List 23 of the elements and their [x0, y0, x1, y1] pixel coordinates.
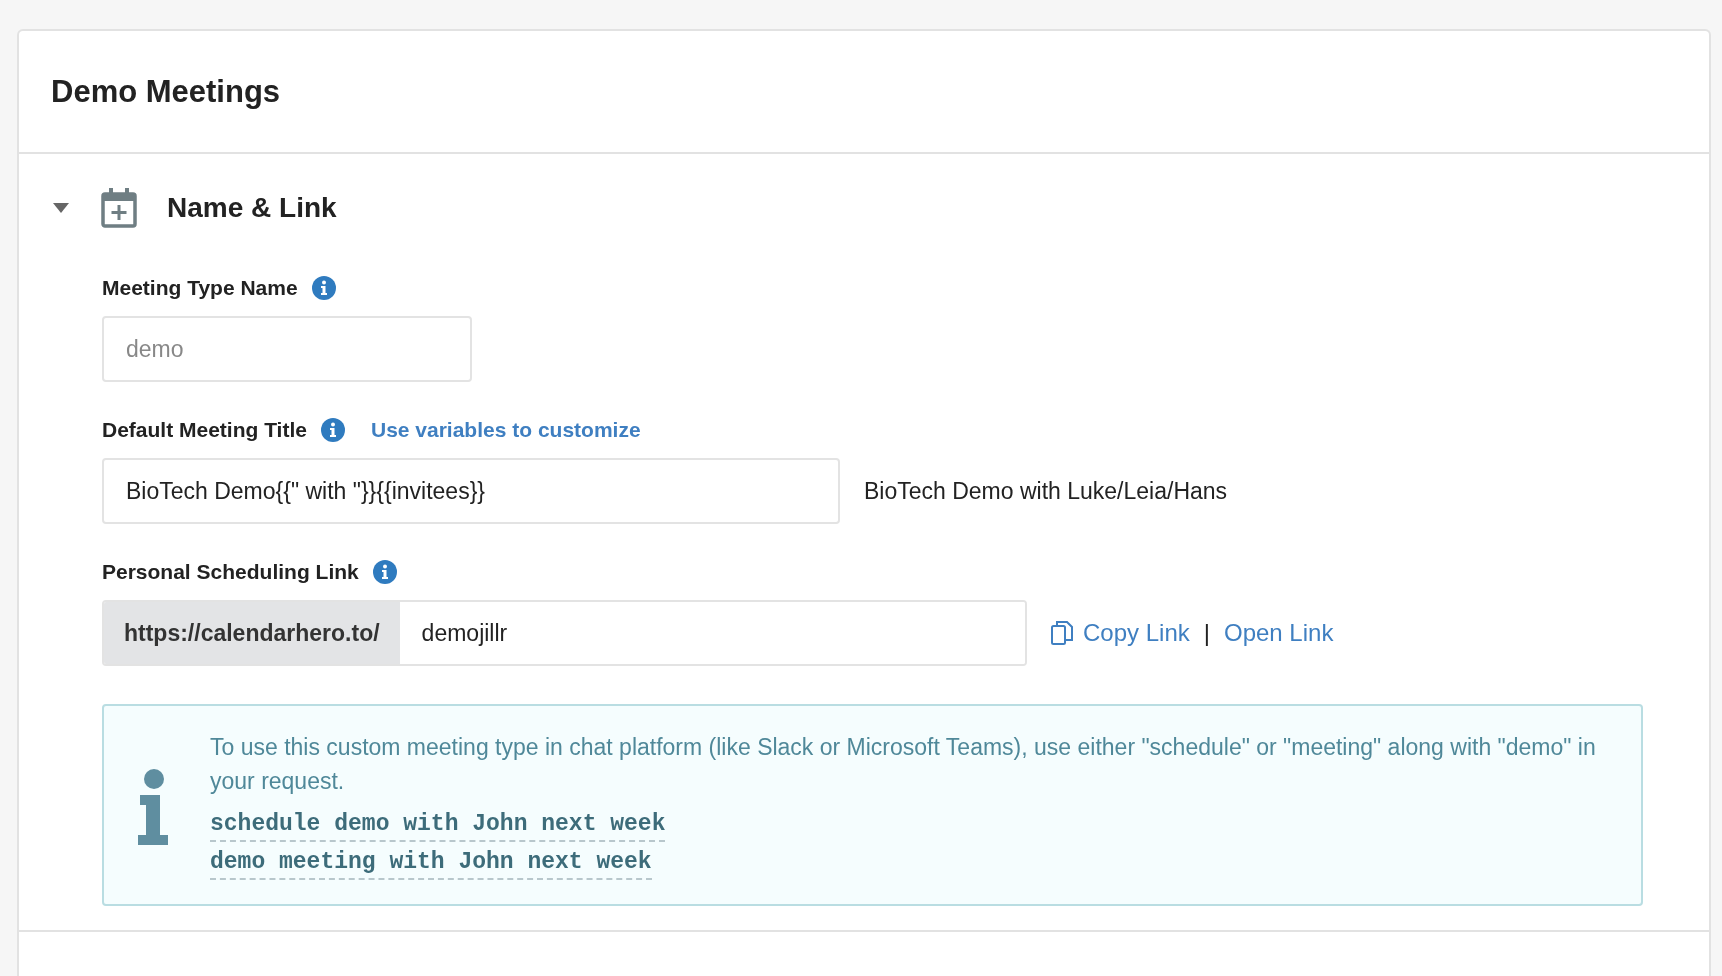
- field-label: Default Meeting Title: [102, 418, 307, 442]
- copy-icon: [1051, 620, 1073, 646]
- text-field[interactable]: BioTech Demo{{" with "}}{{invitees}}: [102, 458, 840, 524]
- page-title: Demo Meetings: [51, 73, 281, 110]
- example-command: demo meeting with John next week: [210, 846, 652, 880]
- field-label: Meeting Type Name: [102, 276, 298, 300]
- info-icon[interactable]: [372, 560, 397, 584]
- info-icon: [138, 769, 168, 845]
- customize-link[interactable]: Use variables to customize: [370, 418, 641, 442]
- link-field[interactable]: https://calendarhero.to/ demojillr: [102, 600, 1027, 666]
- info-icon[interactable]: [311, 276, 336, 300]
- title-preview: BioTech Demo with Luke/Leia/Hans: [864, 477, 1228, 505]
- calendar-plus-icon: [101, 188, 137, 228]
- caret-icon[interactable]: [51, 202, 71, 214]
- url-prefix: https://calendarhero.to/: [104, 602, 400, 664]
- info-message: To use this custom meeting type in chat platform (like Slack or Microsoft Teams), use either "schedule" or "meeting" along with "demo" in your request.: [210, 733, 1597, 796]
- separator: |: [1203, 619, 1210, 647]
- section-title[interactable]: Name & Link: [167, 192, 337, 224]
- example-command: schedule demo with John next week: [210, 808, 666, 842]
- info-icon[interactable]: [320, 418, 345, 442]
- field-label: Personal Scheduling Link: [102, 560, 359, 584]
- open-link[interactable]: Open Link: [1223, 619, 1334, 647]
- copy-link[interactable]: Copy Link: [1051, 619, 1190, 647]
